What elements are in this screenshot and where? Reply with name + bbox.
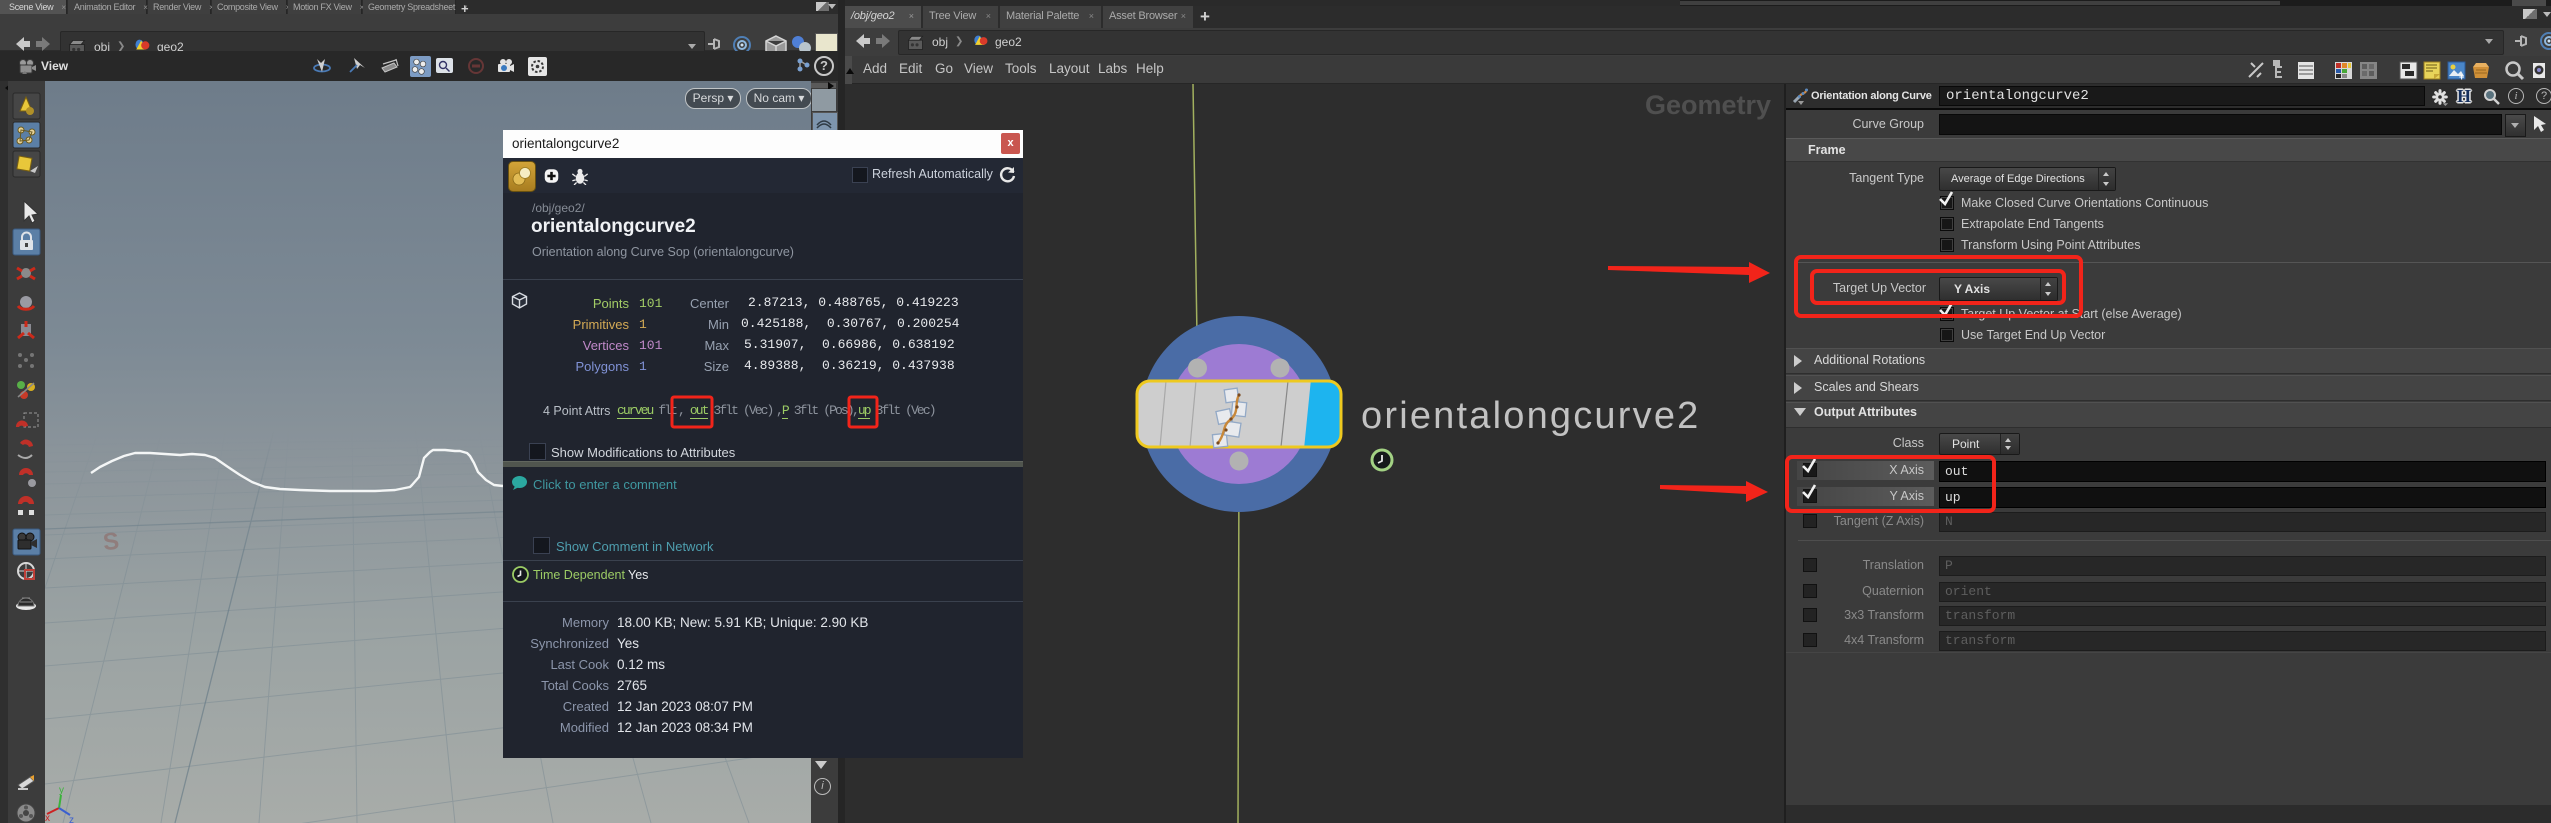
svg-text:z: z bbox=[69, 815, 74, 823]
svg-text:S: S bbox=[102, 528, 121, 557]
svg-text:x: x bbox=[45, 813, 50, 823]
svg-text:y: y bbox=[59, 785, 64, 796]
svg-text:+: + bbox=[2459, 72, 2464, 81]
